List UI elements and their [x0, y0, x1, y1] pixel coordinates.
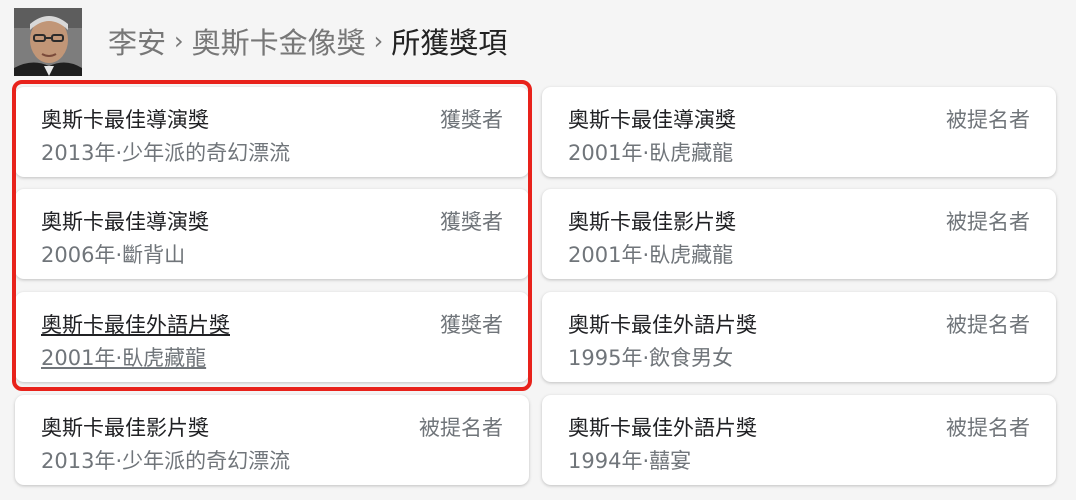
award-title: 奧斯卡最佳導演獎 — [41, 210, 209, 234]
award-detail: 2006年·斷背山 — [41, 243, 186, 267]
award-card[interactable]: 奧斯卡最佳影片獎 被提名者 2001年·臥虎藏龍 — [542, 189, 1056, 279]
person-photo-icon — [14, 8, 82, 76]
award-card[interactable]: 奧斯卡最佳導演獎 被提名者 2001年·臥虎藏龍 — [542, 87, 1056, 177]
avatar[interactable] — [14, 8, 82, 76]
award-detail: 1994年·囍宴 — [568, 449, 692, 473]
award-status: 獲獎者 — [440, 210, 503, 234]
award-detail: 2001年·臥虎藏龍 — [568, 141, 734, 165]
award-title: 奧斯卡最佳影片獎 — [568, 210, 736, 234]
award-detail: 2013年·少年派的奇幻漂流 — [41, 449, 291, 473]
award-title: 奧斯卡最佳外語片獎 — [568, 313, 757, 337]
awards-page: 李安 › 奧斯卡金像獎 › 所獲獎項 奧斯卡最佳導演獎 獲獎者 2013年·少年… — [0, 0, 1076, 500]
award-title: 奧斯卡最佳外語片獎 — [568, 416, 757, 440]
award-card[interactable]: 奧斯卡最佳外語片獎 獲獎者 2001年·臥虎藏龍 — [15, 292, 529, 382]
award-card[interactable]: 奧斯卡最佳外語片獎 被提名者 1994年·囍宴 — [542, 395, 1056, 485]
award-card[interactable]: 奧斯卡最佳影片獎 被提名者 2013年·少年派的奇幻漂流 — [15, 395, 529, 485]
breadcrumb-award-link[interactable]: 奧斯卡金像獎 — [192, 20, 366, 62]
award-status: 獲獎者 — [440, 313, 503, 337]
page-title: 所獲獎項 — [391, 26, 508, 60]
award-detail: 1995年·飲食男女 — [568, 346, 734, 370]
award-status: 被提名者 — [419, 416, 503, 440]
breadcrumb: 李安 › 奧斯卡金像獎 › 所獲獎項 — [108, 22, 507, 60]
award-status: 被提名者 — [946, 416, 1030, 440]
award-title: 奧斯卡最佳外語片獎 — [41, 313, 230, 337]
award-status: 獲獎者 — [440, 108, 503, 132]
award-status: 被提名者 — [946, 108, 1030, 132]
award-title: 奧斯卡最佳影片獎 — [41, 416, 209, 440]
breadcrumb-person-link[interactable]: 李安 — [108, 20, 166, 62]
award-card[interactable]: 奧斯卡最佳導演獎 獲獎者 2013年·少年派的奇幻漂流 — [15, 87, 529, 177]
award-title: 奧斯卡最佳導演獎 — [41, 108, 209, 132]
award-detail: 2001年·臥虎藏龍 — [41, 346, 207, 370]
award-status: 被提名者 — [946, 210, 1030, 234]
award-detail: 2001年·臥虎藏龍 — [568, 243, 734, 267]
page-header: 李安 › 奧斯卡金像獎 › 所獲獎項 — [0, 0, 1076, 80]
chevron-right-icon: › — [174, 27, 184, 55]
award-title: 奧斯卡最佳導演獎 — [568, 108, 736, 132]
award-card[interactable]: 奧斯卡最佳外語片獎 被提名者 1995年·飲食男女 — [542, 292, 1056, 382]
chevron-right-icon: › — [373, 27, 384, 55]
award-detail: 2013年·少年派的奇幻漂流 — [41, 141, 291, 165]
award-status: 被提名者 — [946, 313, 1030, 337]
award-card[interactable]: 奧斯卡最佳導演獎 獲獎者 2006年·斷背山 — [15, 189, 529, 279]
